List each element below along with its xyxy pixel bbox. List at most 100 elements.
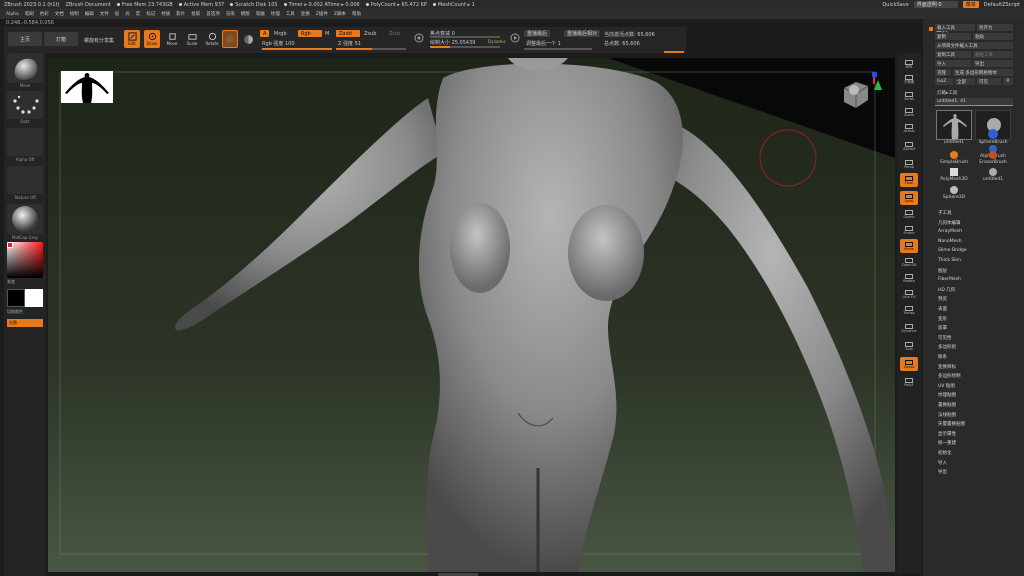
menu-item[interactable]: 绘制 [70,11,79,17]
clone-button[interactable]: 克隆 [935,69,951,76]
menu-item[interactable]: 文档 [55,11,64,17]
menu-item[interactable]: 影片 [176,11,185,17]
adjust-last-slider[interactable]: 调整最后一个 1 [526,40,561,47]
alternate-button[interactable]: 交替 [7,319,43,327]
strip-button-dynamic[interactable]: Dynamic [900,321,918,335]
menu-item[interactable]: 帮助 [352,11,361,17]
color-picker-marker[interactable] [7,242,13,248]
menu-item[interactable]: Z脚本 [334,11,346,17]
subpalette-item[interactable]: 子工具 [938,210,952,216]
rgb-intensity-slider[interactable]: Rgb 强度 100 [262,40,295,47]
tool-thumb-icon[interactable] [989,151,997,159]
tool-thumb-icon[interactable] [950,168,958,176]
menu-item[interactable]: 文件 [100,11,109,17]
strip-button-polyf[interactable]: PolyF [900,375,918,389]
strip-button-zoom3d[interactable]: Zoom3D [900,255,918,269]
subpalette-item[interactable]: HD 几何 [938,287,955,293]
subpalette-item[interactable]: 可见性 [938,335,952,341]
subpalette-item[interactable]: 遮罩 [938,325,947,331]
subpalette-item[interactable]: 矢量置换贴图 [938,421,965,427]
strip-button-line-fill[interactable]: Line Fill [900,287,918,301]
z-intensity-slider[interactable]: Z 强度 51 [338,40,361,47]
menu-item[interactable]: Alpha [6,12,19,17]
goz-button[interactable]: GoZ [935,78,953,85]
load-tool-button[interactable]: 载入工具 [935,24,975,31]
subpalette-item[interactable]: 表面 [938,306,947,312]
paste-tool-button[interactable]: 粘贴工具 [973,51,1013,58]
quicksave-button[interactable]: QuickSave [882,2,908,8]
goz-visible-button[interactable]: 可见 [977,78,1001,85]
scale-button[interactable]: Scale [184,30,200,48]
lightbox-tools-button[interactable]: 灯箱▸工具 [935,89,1013,96]
menu-item[interactable]: 光 [125,11,130,17]
rotate-button[interactable]: Rotate [204,30,220,48]
edit-button[interactable]: Edit [124,30,140,48]
material-sphere-button[interactable] [222,30,238,48]
transparency-slider[interactable]: 界面透明 0 [913,1,958,8]
strip-button-transp[interactable]: Transp [900,303,918,317]
strip-button-move[interactable]: Move [900,239,918,253]
switch-color-button[interactable]: 切换颜色 [7,309,23,315]
strip-button-zoom[interactable]: Zoom [900,105,918,119]
export-button[interactable]: 导出 [973,60,1013,67]
menu-item[interactable]: 纹理 [271,11,280,17]
secondary-color-swatch[interactable] [7,289,25,307]
subpalette-item[interactable]: ArrayMesh [938,229,962,234]
strip-button-solo[interactable]: Solo [900,339,918,353]
subpalette-item[interactable]: 导入 [938,460,947,466]
menu-item[interactable]: 模版 [241,11,250,17]
alpha-selector[interactable] [7,128,43,156]
strip-button-frame[interactable]: Frame [900,223,918,237]
zcut-toggle[interactable]: Zcut [389,31,400,37]
menu-item[interactable]: 宏 [136,11,141,17]
zsub-toggle[interactable]: Zsub [364,31,376,37]
paste-button[interactable]: 粘贴 [973,33,1013,40]
move-button[interactable]: Move [164,30,180,48]
m-toggle[interactable]: M [325,31,329,37]
texture-selector[interactable] [7,166,43,194]
draw-size-slider[interactable]: 绘制大小 25.05439 [430,39,475,46]
subpalette-item[interactable]: Thick Skin [938,258,961,263]
subpalette-item[interactable]: NanoMesh [938,239,962,244]
subpalette-item[interactable]: 统一重建 [938,440,956,446]
replay-last-relative-button[interactable]: 重播最后相对 [564,30,601,37]
menu-item[interactable]: 首选项 [206,11,220,17]
make-polymesh-button[interactable]: 生成 多边形网格物体 [953,69,1013,76]
tool-thumb-label[interactable]: EraserBrush [970,160,1016,165]
subpalette-item[interactable]: 法线贴图 [938,412,956,418]
current-tool-slider[interactable]: untitled1. 41 [935,98,1013,105]
load-from-project-button[interactable]: 从项目文件载入工具 [935,42,1013,49]
strip-button-gizmo[interactable]: Gizmo [900,207,918,221]
subpalette-item[interactable]: 预览 [938,296,947,302]
menu-item[interactable]: 拾取 [191,11,200,17]
subpalette-item[interactable]: 纹理贴图 [938,392,956,398]
menu-item[interactable]: 编辑 [85,11,94,17]
tool-thumb-alphabrush[interactable] [975,126,1011,141]
menu-item[interactable]: 标记 [146,11,155,17]
subpalette-item[interactable]: 显示属性 [938,431,956,437]
goz-r-button[interactable]: R [1003,78,1013,85]
subpalette-item[interactable]: UV 贴图 [938,383,955,389]
goz-all-button[interactable]: 全部 [955,78,975,85]
menu-item[interactable]: 笔触 [256,11,265,17]
save-as-button[interactable]: 另存为 [977,24,1013,31]
thumbnail-preview[interactable] [61,71,113,103]
tool-thumb-label[interactable]: untitled1 [970,177,1016,182]
subpalette-item[interactable]: 初始化 [938,450,952,456]
copy-tool-button[interactable]: 复制工具 [935,51,971,58]
color-swatch-button[interactable] [240,30,256,48]
default-zscript-button[interactable]: DefaultZScript [984,2,1020,8]
adjust-last-track[interactable] [524,48,592,50]
subpalette-item[interactable]: 联系 [938,354,947,360]
menu-item[interactable]: 层 [115,11,120,17]
strip-button-rotate[interactable]: Rotate [900,271,918,285]
strip-button-scroll[interactable]: Scroll [900,89,918,103]
subpalette-item[interactable]: FiberMesh [938,277,961,282]
strip-button-子像素[interactable]: 子像素 [900,73,918,87]
navigation-cube-icon[interactable] [838,70,886,114]
subpalette-item[interactable]: Slime Bridge [938,248,967,253]
strip-button-aahalf[interactable]: AAHalf [900,139,918,153]
tool-thumb-icon[interactable] [950,151,958,159]
strip-button-xpose[interactable]: Xpose [900,357,918,371]
tool-thumb-icon[interactable] [950,186,958,194]
